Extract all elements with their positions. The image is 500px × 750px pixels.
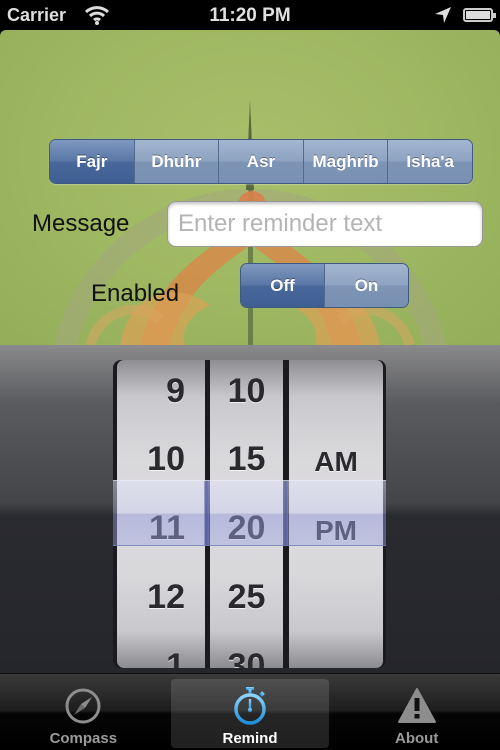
tab-about[interactable]: About [333,674,500,750]
prayer-option-asr[interactable]: Asr [219,140,304,183]
hour-option[interactable]: 12 [117,563,205,632]
prayer-option-ishaa[interactable]: Isha'a [388,140,472,183]
tab-bar: Compass Remind About [0,673,500,750]
message-label: Message [32,210,130,237]
minute-option-selected[interactable]: 20 [210,494,283,563]
prayer-option-fajr[interactable]: Fajr [50,140,135,183]
minute-option[interactable]: 15 [210,425,283,494]
tab-label: Compass [49,730,118,747]
prayer-selector: Fajr Dhuhr Asr Maghrib Isha'a [49,139,473,184]
status-bar: Carrier 11:20 PM [0,0,500,30]
message-input[interactable] [167,201,483,247]
tab-compass[interactable]: Compass [0,674,167,750]
prayer-option-dhuhr[interactable]: Dhuhr [134,140,220,183]
enabled-option-on[interactable]: On [325,264,408,307]
clock-label: 11:20 PM [209,5,291,26]
enabled-toggle: Off On [240,263,409,308]
hour-wheel[interactable]: 9 10 11 12 1 [117,360,205,668]
minute-wheel[interactable]: 10 15 20 25 30 [210,360,283,668]
minute-option[interactable]: 10 [210,360,283,426]
period-option-am[interactable]: AM [289,427,383,496]
hour-option[interactable]: 9 [117,360,205,426]
enabled-option-off[interactable]: Off [241,264,325,307]
minute-option[interactable]: 25 [210,563,283,632]
period-option-pm-selected[interactable]: PM [289,496,383,565]
period-wheel[interactable]: AM PM [289,360,383,668]
tab-remind[interactable]: Remind [167,674,334,750]
compass-icon [65,688,101,724]
tab-label: About [395,730,439,747]
hour-option[interactable]: 10 [117,425,205,494]
stopwatch-icon [234,687,266,725]
hour-option[interactable]: 1 [117,632,205,668]
location-arrow-icon [435,7,451,23]
hour-option-selected[interactable]: 11 [117,494,205,563]
prayer-option-maghrib[interactable]: Maghrib [303,140,389,183]
reminder-settings-panel: Fajr Dhuhr Asr Maghrib Isha'a Message En… [0,30,500,345]
battery-icon [463,8,496,22]
tab-label: Remind [222,730,278,747]
enabled-label: Enabled [91,280,180,307]
minute-option[interactable]: 30 [210,632,283,668]
warning-icon [397,688,436,723]
time-picker: 9 10 11 12 1 10 15 20 25 30 AM PM [0,345,500,673]
